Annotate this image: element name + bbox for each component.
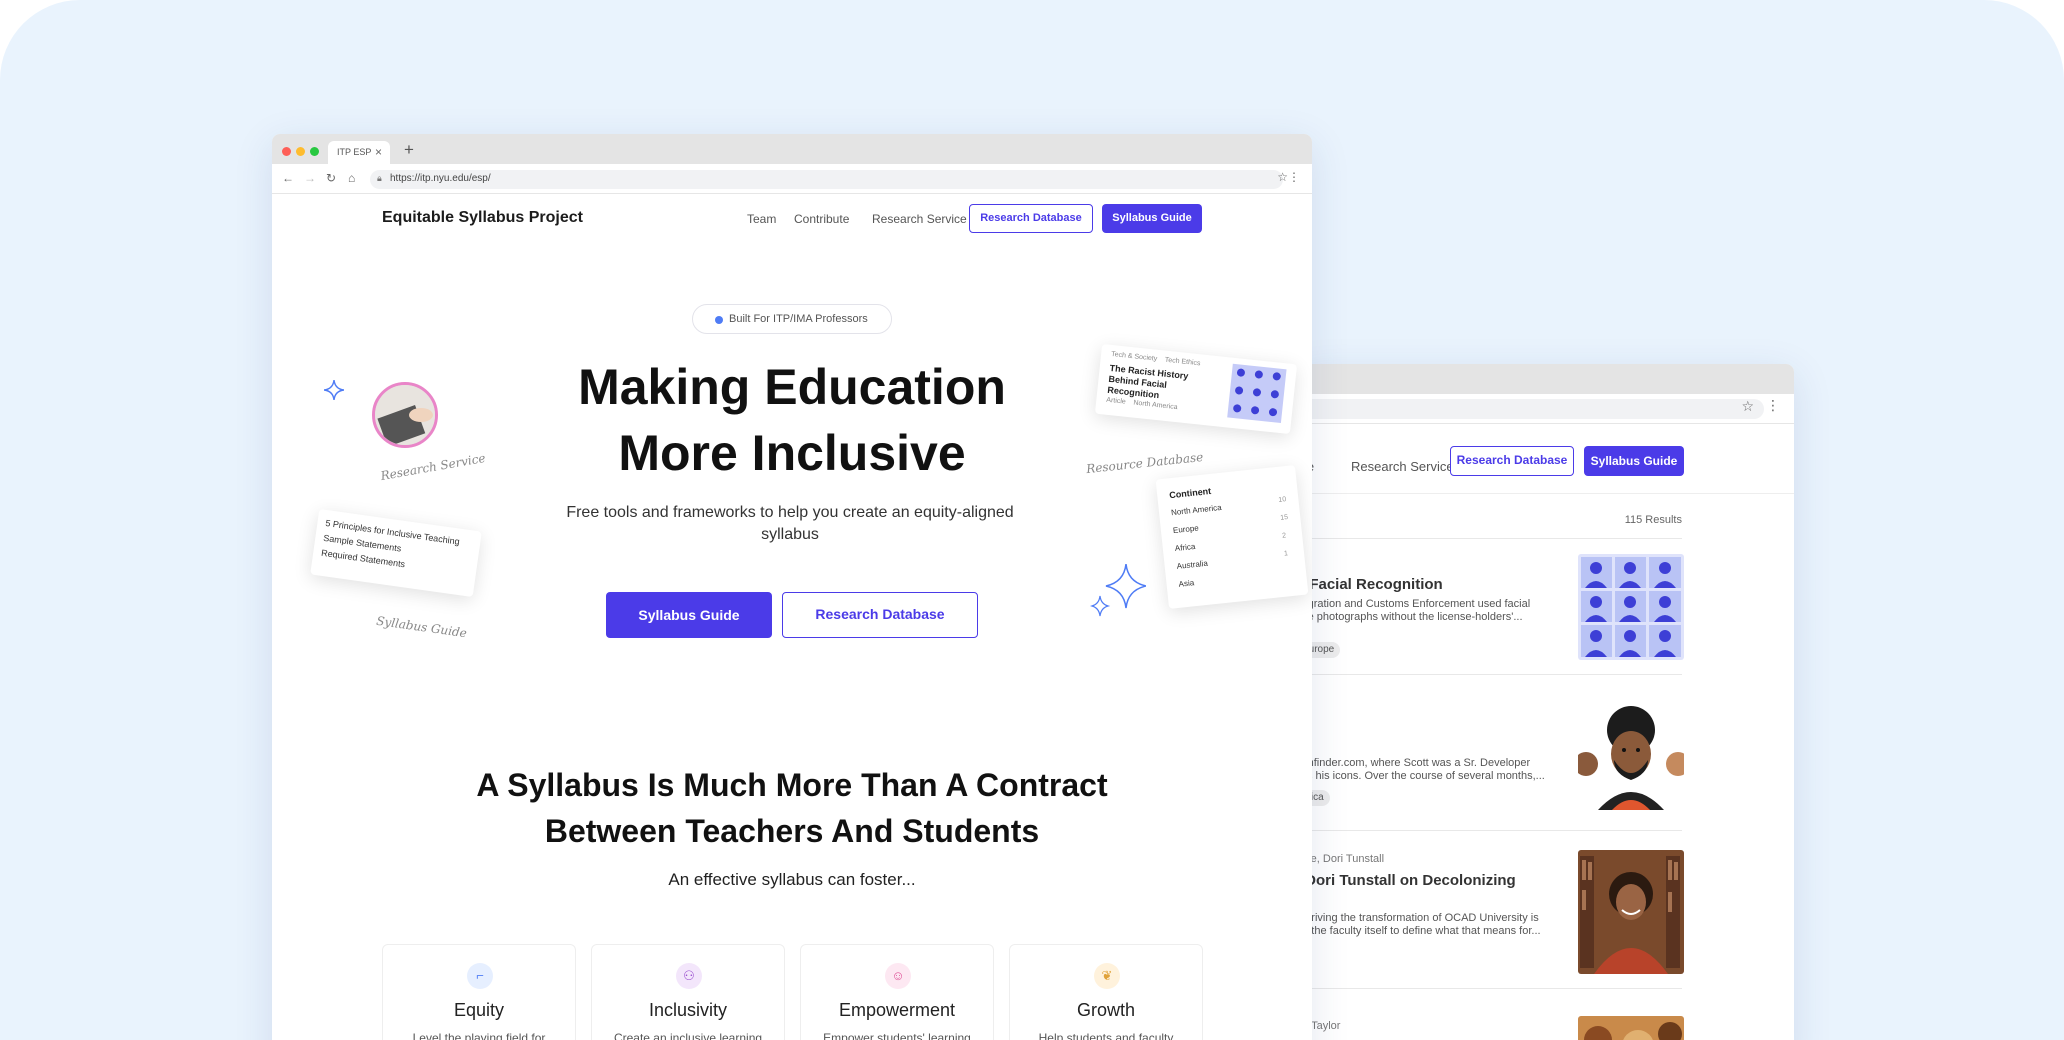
audience-badge: Built For ITP/IMA Professors xyxy=(692,304,892,334)
back-url-row xyxy=(1296,394,1794,424)
nav-link-contribute[interactable]: Contribute xyxy=(794,212,849,226)
divider xyxy=(1296,674,1682,675)
research-database-button[interactable]: Research Database xyxy=(969,204,1093,233)
portrait-thumbnail[interactable] xyxy=(1578,850,1684,974)
filter-count: 15 xyxy=(1279,514,1289,522)
filter-option: North America xyxy=(1170,502,1223,518)
back-browser-window: ☆ ⋮ ute Research Service Research Databa… xyxy=(1296,364,1794,1040)
url-text: https://itp.nyu.edu/esp/ xyxy=(390,173,491,184)
facial-recognition-grid-icon xyxy=(1227,363,1287,424)
result-excerpt: ells his icons. Over the course of sever… xyxy=(1296,770,1545,782)
syllabus-guide-card: 5 Principles for Inclusive Teaching Samp… xyxy=(310,508,482,598)
filter-count: 1 xyxy=(1283,550,1289,558)
article-preview-card: Tech & Society Tech Ethics The Racist Hi… xyxy=(1094,343,1298,435)
tab-close-icon[interactable]: × xyxy=(375,145,382,159)
result-excerpt: migration and Customs Enforcement used f… xyxy=(1296,598,1531,610)
filter-count: 2 xyxy=(1281,532,1287,540)
back-site-nav: ute Research Service Research Database S… xyxy=(1296,434,1794,494)
maximize-window-icon[interactable] xyxy=(310,147,319,156)
feature-title: Equity xyxy=(453,1000,505,1020)
facial-recognition-thumbnail[interactable] xyxy=(1578,554,1684,660)
section-title-line1: A Syllabus Is Much More Than A Contract xyxy=(476,767,1108,803)
feature-desc: Level the playing field for xyxy=(412,1031,546,1040)
nav-link-research-service[interactable]: Research Service xyxy=(1351,459,1454,474)
filter-option: Europe xyxy=(1172,523,1200,536)
laptop-photo-avatar xyxy=(372,382,438,448)
feature-desc: Help students and faculty xyxy=(1038,1031,1174,1040)
feature-title: Growth xyxy=(1076,1000,1136,1020)
filter-count: 10 xyxy=(1278,496,1287,504)
background-canvas: ☆ ⋮ ute Research Service Research Databa… xyxy=(0,0,2064,1040)
research-service-label: Research Service xyxy=(379,450,487,484)
site-brand[interactable]: Equitable Syllabus Project xyxy=(382,209,583,227)
bookmark-star-icon[interactable]: ☆ xyxy=(1741,398,1754,415)
syllabus-guide-button[interactable]: Syllabus Guide xyxy=(1584,446,1684,476)
result-excerpt: nse photographs without the license-hold… xyxy=(1296,611,1523,623)
results-count: 115 Results xyxy=(1624,514,1682,526)
feature-title: Empowerment xyxy=(838,1000,956,1020)
sparkle-icon xyxy=(1090,564,1146,617)
front-tab-strip: ITP ESP × + xyxy=(272,134,1312,164)
bookmark-star-icon[interactable]: ☆ xyxy=(1277,170,1288,184)
filter-title: Continent xyxy=(1168,485,1212,501)
result-excerpt: ng the faculty itself to define what tha… xyxy=(1296,925,1541,937)
divider xyxy=(1296,988,1682,989)
lock-icon: 🔒︎ xyxy=(377,173,382,183)
resource-database-label: Resource Database xyxy=(1085,449,1204,477)
result-excerpt: e driving the transformation of OCAD Uni… xyxy=(1296,912,1539,924)
nav-link-team[interactable]: Team xyxy=(747,212,776,226)
result-title[interactable]: : Dori Tunstall on Decolonizing xyxy=(1296,872,1516,889)
back-tab-strip xyxy=(1296,364,1794,394)
badge-text: Built For ITP/IMA Professors xyxy=(729,313,868,325)
more-menu-icon[interactable]: ⋮ xyxy=(1288,170,1300,184)
divider xyxy=(1296,538,1682,539)
feature-desc: Empower students' learning xyxy=(823,1031,971,1040)
minimize-window-icon[interactable] xyxy=(296,147,305,156)
reload-icon[interactable]: ↻ xyxy=(326,171,336,185)
back-url-bar[interactable] xyxy=(1296,399,1764,419)
filter-option: Australia xyxy=(1176,558,1209,571)
filter-option: Asia xyxy=(1178,578,1195,589)
back-arrow-icon[interactable]: ← xyxy=(282,171,294,185)
continent-filter-card: Continent North America Europe Africa Au… xyxy=(1155,465,1309,609)
feature-card-equity: ⌐ Equity Level the playing field for xyxy=(382,944,576,1040)
result-title[interactable]: d Facial Recognition xyxy=(1296,576,1443,593)
filter-option: Africa xyxy=(1174,541,1196,554)
people-icon: ⚇ xyxy=(676,963,702,989)
hero-subtitle: Free tools and frameworks to help you cr… xyxy=(566,504,1014,543)
syllabus-guide-cta[interactable]: Syllabus Guide xyxy=(606,592,772,638)
stairs-icon: ⌐ xyxy=(467,963,493,989)
sparkle-icon xyxy=(324,380,344,400)
close-window-icon[interactable] xyxy=(282,147,291,156)
feature-card-inclusivity: ⚇ Inclusivity Create an inclusive learni… xyxy=(591,944,785,1040)
research-database-button[interactable]: Research Database xyxy=(1450,446,1574,476)
section-title-line2: Between Teachers And Students xyxy=(544,813,1040,849)
section-subtitle: An effective syllabus can foster... xyxy=(668,870,916,889)
badge-dot-icon xyxy=(715,316,723,324)
more-menu-icon[interactable]: ⋮ xyxy=(1766,397,1780,414)
hero-title-line2: More Inclusive xyxy=(618,425,966,481)
research-database-cta[interactable]: Research Database xyxy=(782,592,978,638)
feature-title: Inclusivity xyxy=(648,1000,728,1020)
sprout-icon: ❦ xyxy=(1094,963,1120,989)
tab-title: ITP ESP xyxy=(337,147,372,157)
browser-tab[interactable]: ITP ESP × xyxy=(328,141,390,164)
nav-link-research-service[interactable]: Research Service xyxy=(872,212,967,226)
forward-arrow-icon[interactable]: → xyxy=(304,171,316,185)
illustrated-avatar-thumbnail[interactable] xyxy=(1578,704,1684,810)
result-excerpt: confinder.com, where Scott was a Sr. Dev… xyxy=(1296,757,1531,769)
front-browser-window: ITP ESP × + ← → ↻ ⌂ 🔒︎ https://itp.nyu.e… xyxy=(272,134,1312,1040)
new-tab-icon[interactable]: + xyxy=(404,140,414,160)
feature-card-empowerment: ☺ Empowerment Empower students' learning xyxy=(800,944,994,1040)
feature-card-growth: ❦ Growth Help students and faculty xyxy=(1009,944,1203,1040)
divider xyxy=(1296,830,1682,831)
syllabus-guide-label: Syllabus Guide xyxy=(375,613,468,641)
food-thumbnail[interactable] xyxy=(1578,1016,1684,1040)
hero-title-line1: Making Education xyxy=(578,359,1006,415)
syllabus-guide-button[interactable]: Syllabus Guide xyxy=(1102,204,1202,233)
url-bar[interactable]: 🔒︎ https://itp.nyu.edu/esp/ xyxy=(370,170,1283,189)
feature-desc: Create an inclusive learning xyxy=(613,1031,763,1040)
smile-icon: ☺ xyxy=(885,963,911,989)
home-icon[interactable]: ⌂ xyxy=(348,171,355,185)
